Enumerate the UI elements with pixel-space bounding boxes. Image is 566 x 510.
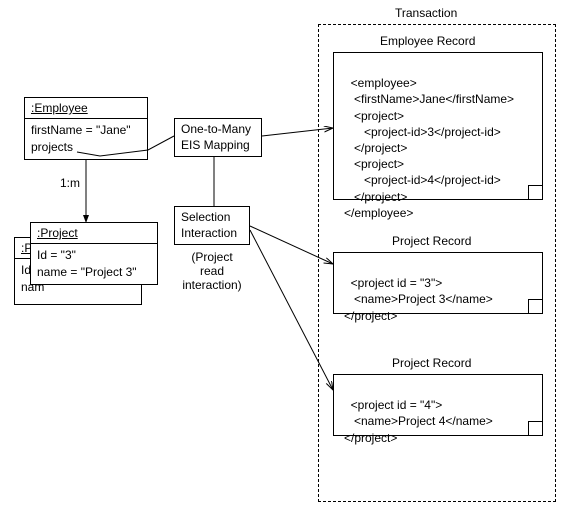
project-object-attrs: Id = "3" name = "Project 3" (31, 244, 157, 284)
selection-interaction-box: Selection Interaction (174, 206, 250, 245)
fold-icon (528, 421, 542, 435)
employee-record-title: Employee Record (380, 34, 475, 48)
employee-record: <employee> <firstName>Jane</firstName> <… (333, 52, 543, 200)
fold-icon (528, 299, 542, 313)
project-record-1: <project id = "3"> <name>Project 3</name… (333, 252, 543, 314)
one-to-many-line2: EIS Mapping (181, 138, 255, 154)
one-to-many-line1: One-to-Many (181, 122, 255, 138)
employee-object-title: :Employee (25, 98, 147, 119)
transaction-label: Transaction (395, 6, 457, 20)
multiplicity-label: 1:m (60, 176, 80, 190)
project-record-2-title: Project Record (392, 356, 471, 370)
project-object: :Project Id = "3" name = "Project 3" (30, 222, 158, 285)
project-object-title: :Project (31, 223, 157, 244)
project-read-caption: (Project read interaction) (172, 250, 252, 292)
project-read-l3: interaction) (172, 278, 252, 292)
employee-record-xml: <employee> <firstName>Jane</firstName> <… (344, 76, 514, 220)
project-attr-name: name = "Project 3" (37, 264, 151, 281)
employee-object-attrs: firstName = "Jane" projects (25, 119, 147, 159)
selection-line1: Selection (181, 210, 243, 226)
fold-icon (528, 185, 542, 199)
selection-line2: Interaction (181, 226, 243, 242)
one-to-many-mapping-box: One-to-Many EIS Mapping (174, 118, 262, 157)
project-attr-id: Id = "3" (37, 247, 151, 264)
employee-attr-firstname: firstName = "Jane" (31, 122, 141, 139)
project-record-1-title: Project Record (392, 234, 471, 248)
employee-attr-projects: projects (31, 139, 141, 156)
employee-object: :Employee firstName = "Jane" projects (24, 97, 148, 160)
project-read-l2: read (172, 264, 252, 278)
project-read-l1: (Project (172, 250, 252, 264)
project-record-2: <project id = "4"> <name>Project 4</name… (333, 374, 543, 436)
